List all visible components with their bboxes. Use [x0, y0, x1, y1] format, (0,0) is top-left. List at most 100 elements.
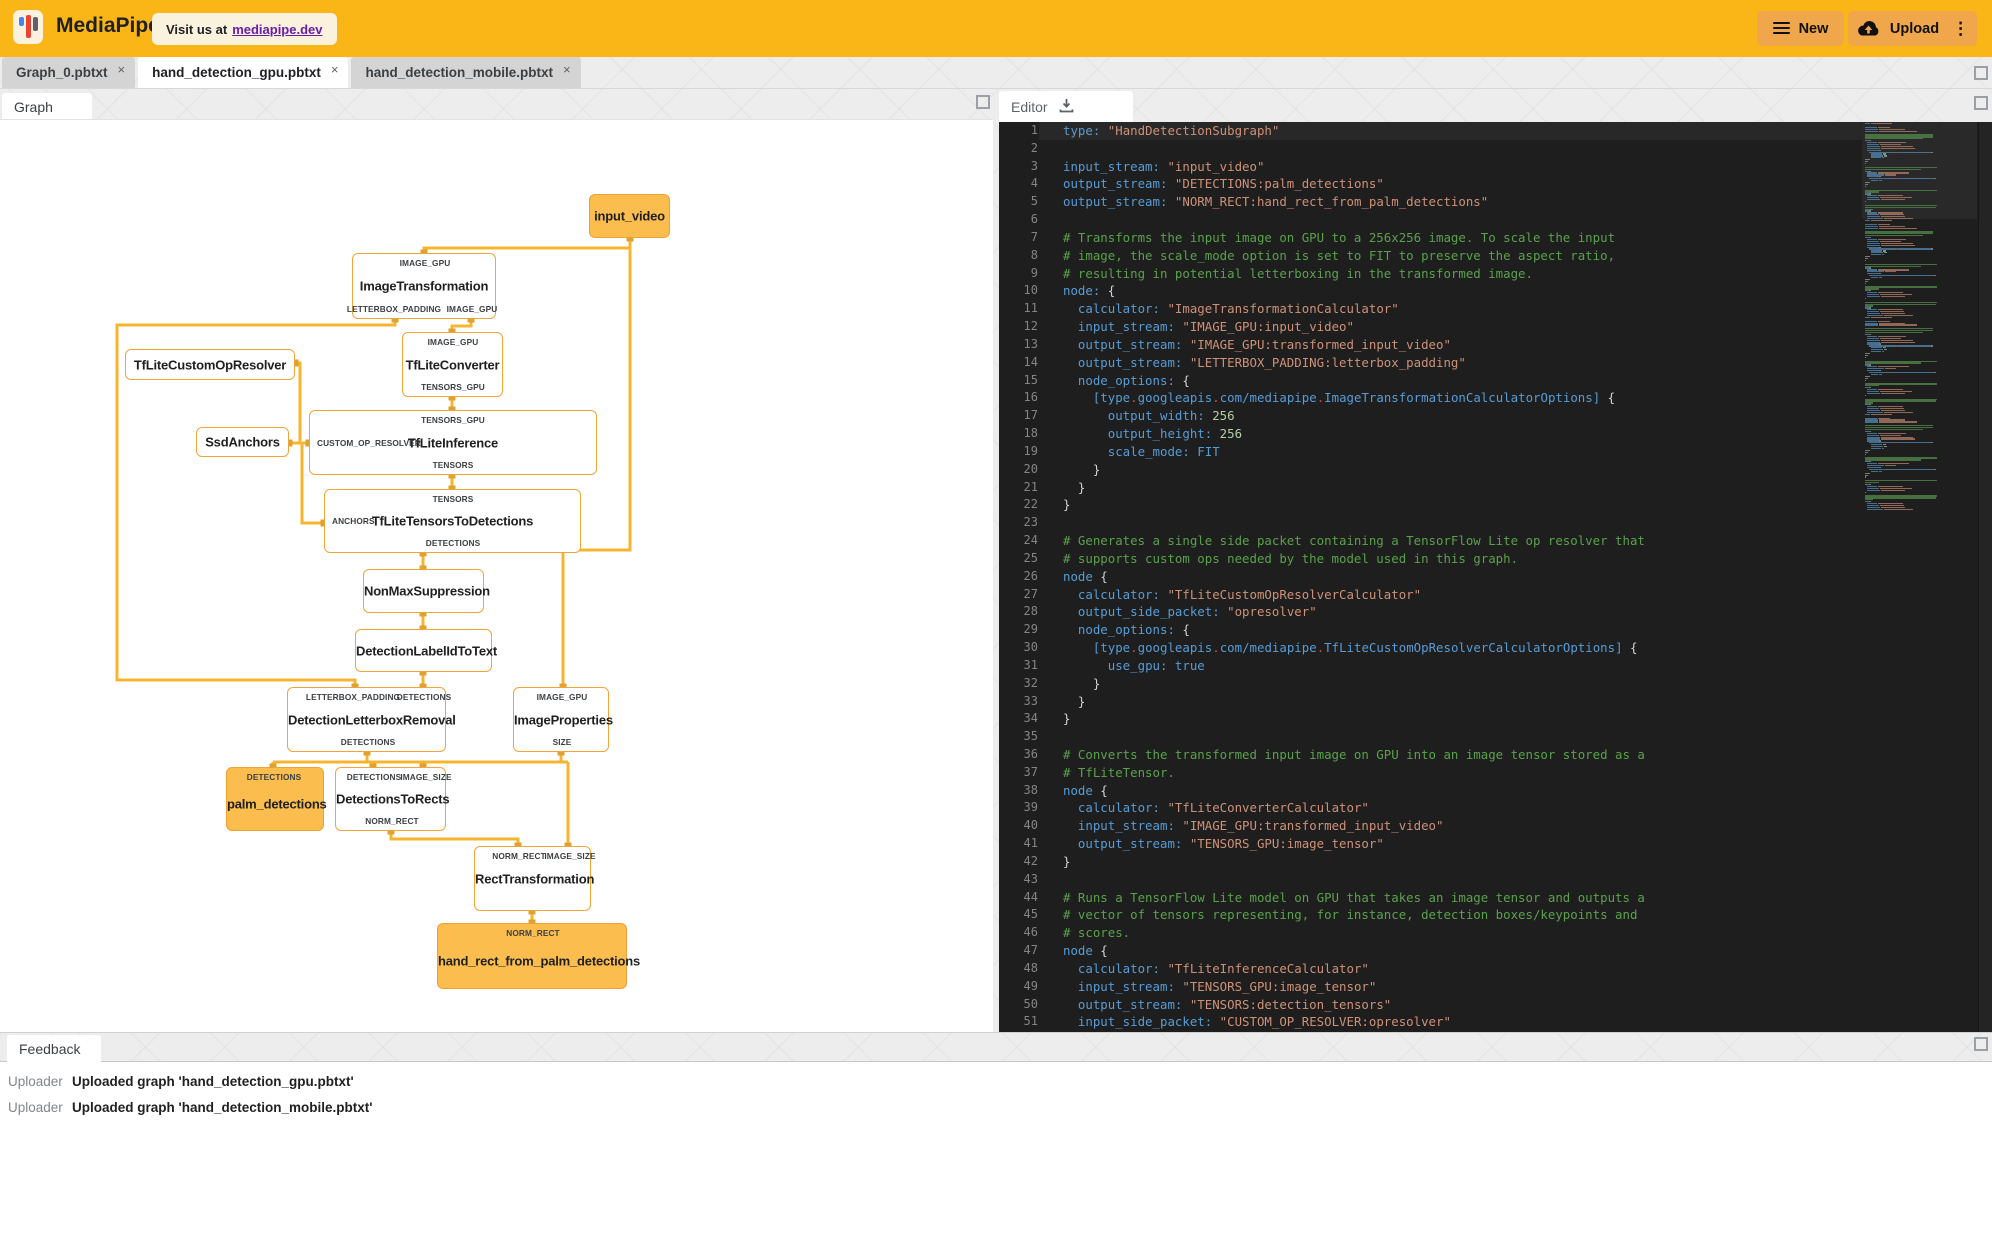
code-line[interactable]: input_stream: "IMAGE_GPU:input_video": [1063, 318, 1853, 336]
code-editor[interactable]: 1 2 3 4 5 6 7 8 9 10 11 12 13 14 15 16 17 18 19 20 21 22 23 24 2…: [999, 122, 1992, 1032]
close-icon[interactable]: ×: [118, 62, 126, 77]
close-icon[interactable]: ×: [331, 62, 339, 77]
graph-node-detection_label_id_to_text[interactable]: DetectionLabelIdToText: [355, 629, 497, 672]
popout-icon-tabs[interactable]: [1974, 66, 1988, 80]
kebab-menu-icon[interactable]: ⋮: [1952, 20, 1969, 37]
code-line[interactable]: [1063, 871, 1853, 889]
graph-node-detection_letterbox_removal[interactable]: DetectionLetterboxRemoval LETTERBOX_PADDI…: [287, 687, 456, 752]
code-line[interactable]: output_stream: "IMAGE_GPU:transformed_in…: [1063, 336, 1853, 354]
code-line[interactable]: calculator: "ImageTransformationCalculat…: [1063, 300, 1853, 318]
minimap-line: [1870, 254, 1881, 256]
code-line[interactable]: output_stream: "DETECTIONS:palm_detectio…: [1063, 175, 1853, 193]
code-line[interactable]: [1063, 514, 1853, 532]
upload-button[interactable]: Upload ⋮: [1848, 11, 1977, 46]
line-number: 30: [1023, 640, 1038, 655]
code-line[interactable]: # Generates a single side packet contain…: [1063, 532, 1853, 550]
new-button[interactable]: New: [1757, 11, 1844, 46]
tab-editor[interactable]: Editor: [999, 91, 1133, 122]
line-number: 29: [1023, 622, 1038, 637]
code-area[interactable]: type: "HandDetectionSubgraph" input_stre…: [1063, 122, 1853, 1031]
code-line[interactable]: output_height: 256: [1063, 425, 1853, 443]
minimap-line: [1934, 178, 1936, 180]
code-line[interactable]: # Converts the transformed input image o…: [1063, 746, 1853, 764]
code-line[interactable]: # supports custom ops needed by the mode…: [1063, 550, 1853, 568]
popout-icon-graph[interactable]: [976, 95, 990, 109]
mediapipe-dev-link[interactable]: mediapipe.dev: [232, 22, 322, 37]
code-line[interactable]: [1063, 211, 1853, 229]
graph-node-non_max_suppression[interactable]: NonMaxSuppression: [363, 569, 490, 613]
code-line[interactable]: node {: [1063, 568, 1853, 586]
code-line[interactable]: }: [1063, 461, 1853, 479]
graph-node-tflite_converter[interactable]: TfLiteConverter IMAGE_GPU TENSORS_GPU: [402, 332, 503, 397]
code-line[interactable]: node_options: {: [1063, 372, 1853, 390]
code-line[interactable]: node {: [1063, 942, 1853, 960]
code-line[interactable]: # scores.: [1063, 924, 1853, 942]
code-line[interactable]: output_stream: "NORM_RECT:hand_rect_from…: [1063, 193, 1853, 211]
logo-bar-blue: [19, 17, 24, 26]
code-line[interactable]: # vector of tensors representing, for in…: [1063, 906, 1853, 924]
code-line[interactable]: scale_mode: FIT: [1063, 443, 1853, 461]
minimap-line: [1865, 476, 1866, 478]
code-line[interactable]: output_width: 256: [1063, 407, 1853, 425]
code-line[interactable]: [1063, 728, 1853, 746]
close-icon[interactable]: ×: [563, 62, 571, 77]
graph-node-rect_transformation[interactable]: RectTransformation NORM_RECT IMAGE_SIZE: [474, 846, 596, 911]
graph-node-image_transformation[interactable]: ImageTransformation IMAGE_GPU LETTERBOX_PA…: [347, 253, 497, 319]
file-tab[interactable]: hand_detection_gpu.pbtxt ×: [138, 57, 349, 88]
tab-graph[interactable]: Graph: [2, 93, 92, 120]
editor-scrollbar[interactable]: [1978, 122, 1992, 1032]
code-line[interactable]: # resulting in potential letterboxing in…: [1063, 265, 1853, 283]
graph-node-tflite_tensors_to_detections[interactable]: TfLiteTensorsToDetections TENSORS DETECTIO…: [324, 489, 581, 553]
code-line[interactable]: [1063, 140, 1853, 158]
code-line[interactable]: }: [1063, 675, 1853, 693]
file-tab[interactable]: Graph_0.pbtxt ×: [2, 57, 136, 88]
download-icon[interactable]: [1058, 97, 1075, 117]
popout-icon-editor[interactable]: [1974, 96, 1988, 110]
code-token: {: [1622, 640, 1638, 656]
graph-node-input_video[interactable]: input_video: [589, 194, 670, 238]
code-line[interactable]: use_gpu: true: [1063, 657, 1853, 675]
graph-node-palm_detections[interactable]: palm_detections DETECTIONS: [226, 767, 327, 831]
graph-node-image_properties[interactable]: ImageProperties IMAGE_GPU SIZE: [513, 687, 613, 752]
code-line[interactable]: # Transforms the input image on GPU to a…: [1063, 229, 1853, 247]
minimap-line: [1880, 392, 1905, 395]
code-line[interactable]: calculator: "TfLiteInferenceCalculator": [1063, 960, 1853, 978]
code-line[interactable]: output_stream: "LETTERBOX_PADDING:letter…: [1063, 354, 1853, 372]
code-line[interactable]: [type.googleapis.com/mediapipe.ImageTran…: [1063, 389, 1853, 407]
graph-node-tflite_custom_op_resolver[interactable]: TfLiteCustomOpResolver: [125, 349, 295, 380]
tab-feedback[interactable]: Feedback: [7, 1035, 101, 1063]
code-line[interactable]: # image, the scale_mode option is set to…: [1063, 247, 1853, 265]
code-line[interactable]: node {: [1063, 782, 1853, 800]
code-line[interactable]: }: [1063, 853, 1853, 871]
code-line[interactable]: # TfLiteTensor.: [1063, 764, 1853, 782]
code-line[interactable]: type: "HandDetectionSubgraph": [1063, 122, 1853, 140]
minimap-line: [1865, 491, 1866, 493]
graph-node-tflite_inference[interactable]: TfLiteInference TENSORS_GPU TENSORS CUSTOM_…: [309, 410, 597, 475]
code-line[interactable]: input_stream: "IMAGE_GPU:transformed_inp…: [1063, 817, 1853, 835]
code-token: "ImageTransformationCalculator": [1167, 301, 1399, 317]
code-line[interactable]: [type.googleapis.com/mediapipe.TfLiteCus…: [1063, 639, 1853, 657]
code-line[interactable]: input_side_packet: "CUSTOM_OP_RESOLVER:o…: [1063, 1013, 1853, 1031]
graph-node-detections_to_rects[interactable]: DetectionsToRects DETECTIONS IMAGE_SIZE NOR…: [335, 767, 452, 831]
code-line[interactable]: output_side_packet: "opresolver": [1063, 603, 1853, 621]
code-line[interactable]: output_stream: "TENSORS_GPU:image_tensor…: [1063, 835, 1853, 853]
code-line[interactable]: input_stream: "input_video": [1063, 158, 1853, 176]
graph-node-ssd_anchors[interactable]: SsdAnchors: [196, 427, 289, 457]
code-line[interactable]: }: [1063, 693, 1853, 711]
code-line[interactable]: node: {: [1063, 282, 1853, 300]
line-number: 20: [1023, 461, 1038, 476]
code-line[interactable]: output_stream: "TENSORS:detection_tensor…: [1063, 996, 1853, 1014]
popout-icon-feedback[interactable]: [1974, 1037, 1988, 1051]
file-tab[interactable]: hand_detection_mobile.pbtxt ×: [351, 57, 581, 88]
graph-node-hand_rect_from_palm_detections[interactable]: hand_rect_from_palm_detections NORM_RECT: [437, 923, 640, 989]
code-line[interactable]: input_stream: "TENSORS_GPU:image_tensor": [1063, 978, 1853, 996]
code-line[interactable]: node_options: {: [1063, 621, 1853, 639]
code-line[interactable]: }: [1063, 479, 1853, 497]
code-line[interactable]: }: [1063, 496, 1853, 514]
code-line[interactable]: }: [1063, 710, 1853, 728]
code-line[interactable]: calculator: "TfLiteConverterCalculator": [1063, 799, 1853, 817]
feedback-row: Uploader Uploaded graph 'hand_detection_m…: [0, 1096, 1992, 1122]
code-line[interactable]: calculator: "TfLiteCustomOpResolverCalcu…: [1063, 586, 1853, 604]
code-line[interactable]: # Runs a TensorFlow Lite model on GPU th…: [1063, 889, 1853, 907]
